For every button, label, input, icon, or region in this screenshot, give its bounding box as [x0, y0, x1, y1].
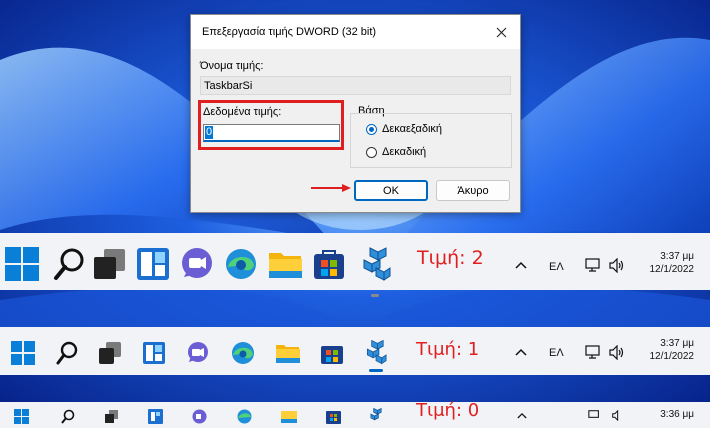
windows-start-icon[interactable]	[14, 409, 29, 424]
dialog-title: Επεξεργασία τιμής DWORD (32 bit)	[202, 26, 377, 38]
clock[interactable]: 3:36 μμ	[640, 408, 694, 421]
widgets-icon[interactable]	[142, 341, 166, 365]
volume-icon[interactable]	[609, 345, 626, 360]
radio-indicator	[366, 123, 377, 135]
dialog-titlebar: Επεξεργασία τιμής DWORD (32 bit)	[191, 15, 520, 49]
value-data-input[interactable]: 0	[203, 124, 340, 142]
value-data-text: 0	[205, 126, 214, 139]
edit-dword-dialog: Επεξεργασία τιμής DWORD (32 bit) Όνομα τ…	[190, 14, 521, 213]
value-data-label: Δεδομένα τιμής:	[203, 106, 282, 118]
taskbar-small: Τιμή: 0 3:36 μμ	[0, 400, 710, 428]
base-groupbox	[350, 113, 512, 168]
store-icon[interactable]	[326, 409, 341, 424]
clock[interactable]: 3:37 μμ 12/1/2022	[640, 337, 695, 363]
ok-button[interactable]: OK	[354, 180, 428, 201]
clock-date: 12/1/2022	[649, 264, 695, 275]
file-explorer-icon[interactable]	[281, 409, 297, 424]
edge-icon[interactable]	[231, 341, 255, 365]
task-view-icon[interactable]	[104, 409, 119, 424]
clock-time: 3:37 μμ	[660, 251, 694, 262]
teams-chat-icon[interactable]	[186, 341, 210, 365]
red-arrow-icon	[311, 184, 351, 192]
chevron-up-icon[interactable]	[515, 348, 527, 356]
widgets-icon[interactable]	[136, 247, 170, 281]
volume-icon[interactable]	[609, 258, 626, 273]
active-indicator	[371, 294, 379, 297]
chevron-up-icon[interactable]	[515, 261, 527, 269]
radio-indicator	[366, 146, 377, 158]
regedit-icon[interactable]	[364, 339, 388, 365]
teams-chat-icon[interactable]	[180, 247, 215, 281]
network-icon[interactable]	[588, 410, 600, 421]
edge-icon[interactable]	[237, 409, 252, 424]
search-icon[interactable]	[61, 409, 75, 424]
radio-hexadecimal[interactable]: Δεκαεξαδική	[366, 123, 442, 135]
language-indicator[interactable]: ΕΛ	[549, 261, 564, 273]
task-view-icon[interactable]	[98, 341, 122, 365]
teams-chat-icon[interactable]	[192, 409, 207, 424]
radio-decimal[interactable]: Δεκαδική	[366, 146, 426, 158]
active-indicator	[369, 369, 383, 372]
file-explorer-icon[interactable]	[267, 247, 304, 281]
volume-icon[interactable]	[612, 410, 624, 421]
taskbar-size-label: Τιμή: 2	[417, 247, 484, 269]
regedit-icon[interactable]	[369, 407, 384, 425]
store-icon[interactable]	[312, 247, 346, 281]
network-icon[interactable]	[585, 345, 601, 360]
edge-icon[interactable]	[224, 247, 258, 281]
close-icon	[496, 27, 506, 37]
widgets-icon[interactable]	[148, 409, 163, 424]
task-view-icon[interactable]	[92, 247, 127, 281]
taskbar-size-label: Τιμή: 1	[416, 339, 480, 360]
clock-time: 3:37 μμ	[660, 338, 694, 349]
file-explorer-icon[interactable]	[275, 341, 301, 365]
value-name-field: TaskbarSi	[200, 76, 511, 95]
regedit-icon[interactable]	[360, 246, 392, 282]
language-indicator[interactable]: ΕΛ	[549, 347, 564, 359]
chevron-up-icon[interactable]	[517, 412, 527, 419]
radio-hexadecimal-label: Δεκαεξαδική	[382, 123, 443, 135]
network-icon[interactable]	[585, 258, 601, 273]
windows-start-icon[interactable]	[11, 341, 35, 365]
clock-date: 12/1/2022	[649, 351, 695, 362]
value-name-label: Όνομα τιμής:	[200, 60, 264, 72]
store-icon[interactable]	[320, 341, 344, 365]
search-icon[interactable]	[56, 341, 78, 365]
search-icon[interactable]	[53, 247, 85, 281]
windows-start-icon[interactable]	[5, 247, 39, 281]
taskbar-size-label: Τιμή: 0	[416, 400, 480, 421]
clock-time: 3:36 μμ	[660, 409, 694, 420]
cancel-button[interactable]: Άκυρο	[436, 180, 510, 201]
close-button[interactable]	[482, 15, 520, 49]
taskbar-medium: Τιμή: 1 ΕΛ 3:37 μμ 12/1/2022	[0, 327, 710, 375]
radio-decimal-label: Δεκαδική	[382, 146, 427, 158]
clock[interactable]: 3:37 μμ 12/1/2022	[640, 250, 695, 276]
taskbar-large: Τιμή: 2 ΕΛ 3:37 μμ 12/1/2022	[0, 233, 710, 297]
